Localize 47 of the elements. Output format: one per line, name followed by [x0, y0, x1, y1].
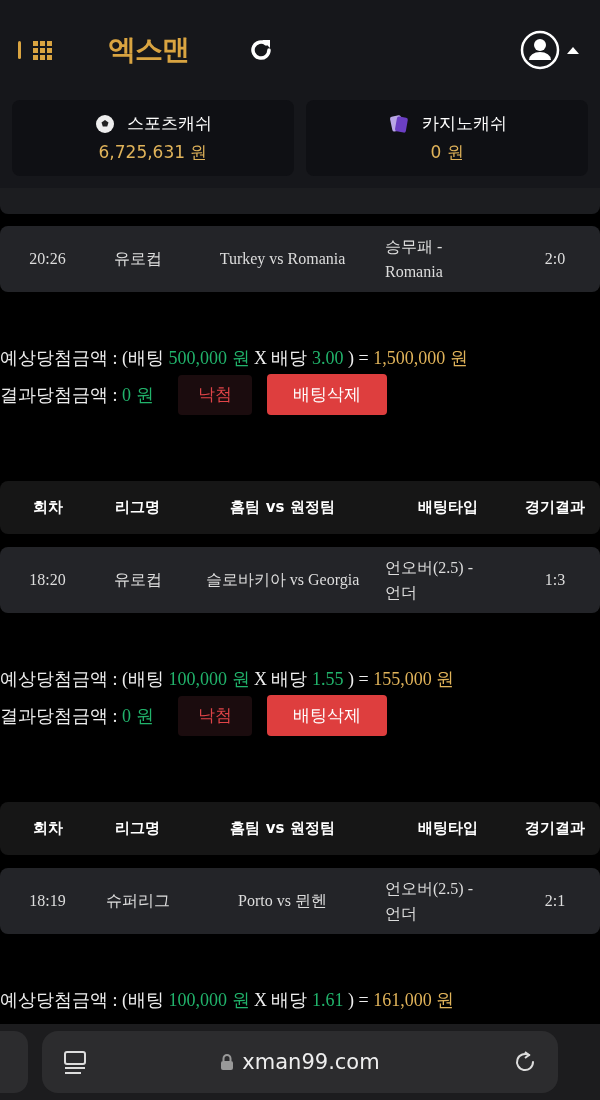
soccer-ball-icon — [94, 113, 115, 134]
table-cell-text: 2:0 — [543, 250, 567, 268]
status-badge: 낙첨 — [177, 695, 252, 736]
table-cell-text: 언오버(2.5) - 언더 — [385, 879, 474, 924]
table-cell-text: 18:20 — [28, 571, 67, 589]
reader-icon[interactable] — [62, 1049, 88, 1075]
table-cell-text: Porto vs 뮌헨 — [237, 890, 328, 911]
table-cell-text: 1:3 — [543, 571, 567, 589]
table-cell-text: 승무패 - Romania — [385, 237, 444, 282]
table-cell-text: 18:19 — [28, 892, 67, 910]
expected-winnings: 예상당첨금액 : (배팅 100,000 원 X 배당 1.55 ) = 155,000 원 — [0, 668, 456, 691]
column-header: 경기결과 — [524, 498, 586, 517]
lock-icon — [220, 1053, 235, 1071]
column-header: 배팅타입 — [416, 819, 479, 838]
column-header: 배팅타입 — [416, 498, 479, 517]
column-header: 홈팀 vs 원정팀 — [229, 819, 336, 838]
column-header: 홈팀 vs 원정팀 — [229, 498, 336, 517]
column-header: 리그명 — [114, 498, 161, 517]
table-cell-text: 슈퍼리그 — [104, 890, 171, 911]
address-bar[interactable]: xman99.com — [42, 1031, 558, 1093]
wallet-amount: 6,725,631 원 — [98, 141, 208, 164]
column-header: 회차 — [31, 819, 64, 838]
wallet-label: 카지노캐쉬 — [421, 112, 507, 135]
delete-bet-button[interactable]: 배팅삭제 — [266, 374, 387, 415]
delete-bet-button[interactable]: 배팅삭제 — [266, 695, 387, 736]
table-cell-text: Turkey vs Romania — [218, 250, 347, 268]
table-cell-text: 유로컵 — [112, 569, 163, 590]
result-winnings: 결과당첨금액 : 0 원 — [0, 383, 154, 407]
column-header: 리그명 — [114, 819, 161, 838]
table-cell-text: 슬로바키아 vs Georgia — [204, 569, 361, 591]
status-badge: 낙첨 — [177, 374, 252, 415]
table-cell-text: 2:1 — [543, 892, 567, 910]
table-cell-text: 언오버(2.5) - 언더 — [385, 558, 474, 603]
wallet-amount: 0 원 — [430, 141, 464, 164]
column-header: 회차 — [31, 498, 64, 517]
expected-winnings: 예상당첨금액 : (배팅 500,000 원 X 배당 3.00 ) = 1,500,000 원 — [0, 347, 469, 370]
result-winnings: 결과당첨금액 : 0 원 — [0, 704, 154, 728]
wallet-label: 스포츠캐쉬 — [126, 112, 212, 135]
menu-icon[interactable] — [18, 38, 54, 62]
url-text: xman99.com — [220, 1050, 380, 1074]
logo[interactable]: 엑스맨 — [108, 31, 189, 69]
cards-icon — [387, 112, 410, 135]
user-menu-icon[interactable] — [520, 30, 582, 70]
table-cell-text: 20:26 — [28, 250, 67, 268]
column-header: 경기결과 — [524, 819, 586, 838]
table-cell-text: 유로컵 — [112, 248, 163, 269]
expected-winnings: 예상당첨금액 : (배팅 100,000 원 X 배당 1.61 ) = 161,000 원 — [0, 989, 456, 1012]
